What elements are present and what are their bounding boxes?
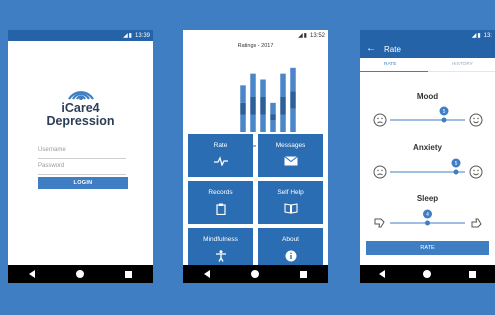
slider-value: 5: [455, 161, 458, 167]
thumbs-down-icon: [374, 218, 385, 228]
tile-label: Rate: [213, 142, 228, 149]
tab-rate[interactable]: RATE: [384, 62, 396, 67]
status-bar: ◢▮ 13:: [360, 30, 495, 41]
home-icon[interactable]: [75, 270, 84, 278]
happy-face-icon: [469, 113, 483, 127]
bar-segment: [260, 114, 266, 132]
app-title: iCare4 Depression: [8, 102, 153, 128]
person-icon: [188, 250, 253, 265]
tile-self-help[interactable]: Self Help: [258, 181, 323, 224]
bar-segment: [270, 120, 276, 132]
anxiety-title: Anxiety: [413, 143, 442, 152]
status-time: 13:39: [134, 32, 150, 39]
rate-phone: ◢▮ 13: ← Rate RATE HISTORY Mood 5 Anxiet…: [360, 30, 495, 283]
worried-face-icon: [373, 165, 387, 179]
calm-face-icon: [469, 165, 483, 179]
tile-label: Mindfulness: [203, 236, 238, 243]
arrow-left-icon[interactable]: ←: [366, 43, 376, 54]
tab-bar: RATE HISTORY: [360, 58, 495, 72]
bar-segment: [280, 114, 286, 132]
bar-segment: [290, 67, 296, 92]
nav-bar: [183, 265, 328, 283]
chart-title: Ratings - 2017: [237, 43, 274, 49]
nav-bar: [8, 265, 153, 283]
bar-segment: [280, 73, 286, 97]
recents-icon[interactable]: [469, 270, 476, 278]
status-bar: ◢▮ 13:39: [8, 30, 153, 41]
back-icon[interactable]: [379, 270, 385, 278]
info-icon: [258, 250, 323, 265]
bar-segment: [250, 114, 256, 132]
slider-thumb[interactable]: [453, 169, 459, 175]
signal-battery-icon: ◢▮: [298, 33, 308, 39]
sad-face-icon: [373, 113, 387, 127]
bar-segment: [250, 73, 256, 97]
bar-segment: [290, 108, 296, 132]
anxiety-slider[interactable]: 5: [360, 154, 495, 184]
login-phone: ◢▮ 13:39 iCare4 Depression Username Pass…: [8, 30, 153, 283]
home-phone: ◢▮ 13:52 Ratings - 2017 JanFebMarAprMayJ…: [183, 30, 328, 283]
sleep-slider[interactable]: 4: [360, 205, 495, 235]
book-icon: [258, 203, 323, 217]
bar-segment: [290, 91, 296, 109]
bar-segment: [280, 97, 286, 115]
status-time: 13:52: [309, 32, 325, 39]
app-bar: ← Rate: [360, 41, 495, 58]
tile-label: About: [282, 236, 299, 243]
slider-thumb[interactable]: [425, 220, 430, 226]
slider-value: 5: [443, 109, 446, 115]
bar-segment: [260, 97, 266, 115]
broadcast-logo-icon: [67, 91, 94, 100]
tab-history[interactable]: HISTORY: [452, 62, 473, 67]
login-button[interactable]: LOGIN: [38, 177, 128, 189]
bar-segment: [270, 114, 276, 121]
password-field[interactable]: Password: [38, 161, 126, 175]
back-icon[interactable]: [28, 270, 35, 278]
back-icon[interactable]: [203, 270, 210, 278]
rate-button[interactable]: RATE: [366, 241, 489, 255]
tab-indicator: [360, 70, 428, 72]
app-name-line2: Depression: [46, 114, 115, 128]
slider-thumb[interactable]: [441, 117, 447, 123]
clipboard-icon: [188, 203, 253, 218]
tile-rate[interactable]: Rate: [188, 134, 253, 177]
thumbs-up-icon: [471, 218, 482, 228]
envelope-icon: [258, 156, 323, 169]
sleep-title: Sleep: [416, 194, 439, 203]
tile-label: Messages: [275, 142, 306, 149]
mood-slider[interactable]: 5: [360, 102, 495, 132]
tile-messages[interactable]: Messages: [258, 134, 323, 177]
tile-records[interactable]: Records: [188, 181, 253, 224]
nav-bar: [360, 265, 495, 283]
slider-value: 4: [426, 212, 429, 218]
tile-label: Self Help: [277, 189, 304, 196]
bar-segment: [260, 79, 266, 97]
bar-segment: [250, 97, 256, 115]
bar-segment: [240, 102, 246, 115]
username-field[interactable]: Username: [38, 145, 126, 159]
mood-title: Mood: [416, 92, 439, 101]
bar-segment: [240, 114, 246, 132]
bar-segment: [270, 102, 276, 115]
signal-battery-icon: ◢▮: [123, 33, 133, 39]
recents-icon[interactable]: [300, 270, 308, 278]
screen-title: Rate: [384, 45, 401, 54]
bar-segment: [240, 85, 246, 103]
home-icon[interactable]: [250, 270, 259, 278]
status-bar: ◢▮ 13:52: [183, 30, 328, 41]
status-time: 13:: [483, 32, 492, 39]
home-icon[interactable]: [423, 270, 431, 278]
pulse-icon: [188, 156, 253, 169]
signal-battery-icon: ◢▮: [471, 33, 482, 39]
tile-label: Records: [208, 189, 233, 196]
recents-icon[interactable]: [125, 270, 133, 278]
